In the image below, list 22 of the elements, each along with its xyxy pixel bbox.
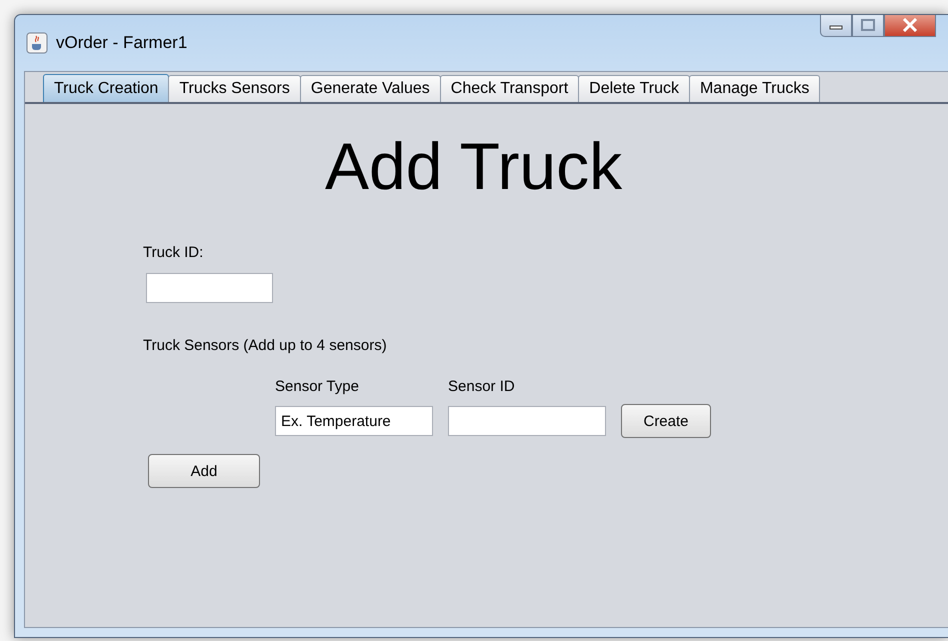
close-button[interactable] <box>884 15 936 37</box>
input-field[interactable] <box>448 406 606 436</box>
create-button[interactable]: Create <box>621 404 711 438</box>
maximize-icon <box>861 19 875 31</box>
input-field[interactable] <box>146 273 273 303</box>
java-cup-icon <box>26 32 48 54</box>
minimize-button[interactable] <box>820 15 852 37</box>
tab[interactable]: Check Transport <box>440 75 580 102</box>
field-label: Truck ID: <box>143 244 204 261</box>
tab[interactable]: Manage Trucks <box>688 75 820 102</box>
section-label: Truck Sensors (Add up to 4 sensors) <box>143 337 388 354</box>
page-heading: Add Truck <box>325 128 624 205</box>
tab[interactable]: Truck Creation <box>43 74 170 102</box>
add-button[interactable]: Add <box>148 454 260 488</box>
input-field[interactable]: Ex. Temperature <box>275 406 433 436</box>
tab[interactable]: Delete Truck <box>578 75 690 102</box>
close-icon <box>902 18 918 32</box>
tab[interactable]: Generate Values <box>300 75 441 102</box>
field-label: Sensor Type <box>275 378 360 395</box>
tab[interactable]: Trucks Sensors <box>168 75 301 102</box>
field-label: Sensor ID <box>448 378 516 395</box>
window-title: vOrder - Farmer1 <box>56 33 188 53</box>
